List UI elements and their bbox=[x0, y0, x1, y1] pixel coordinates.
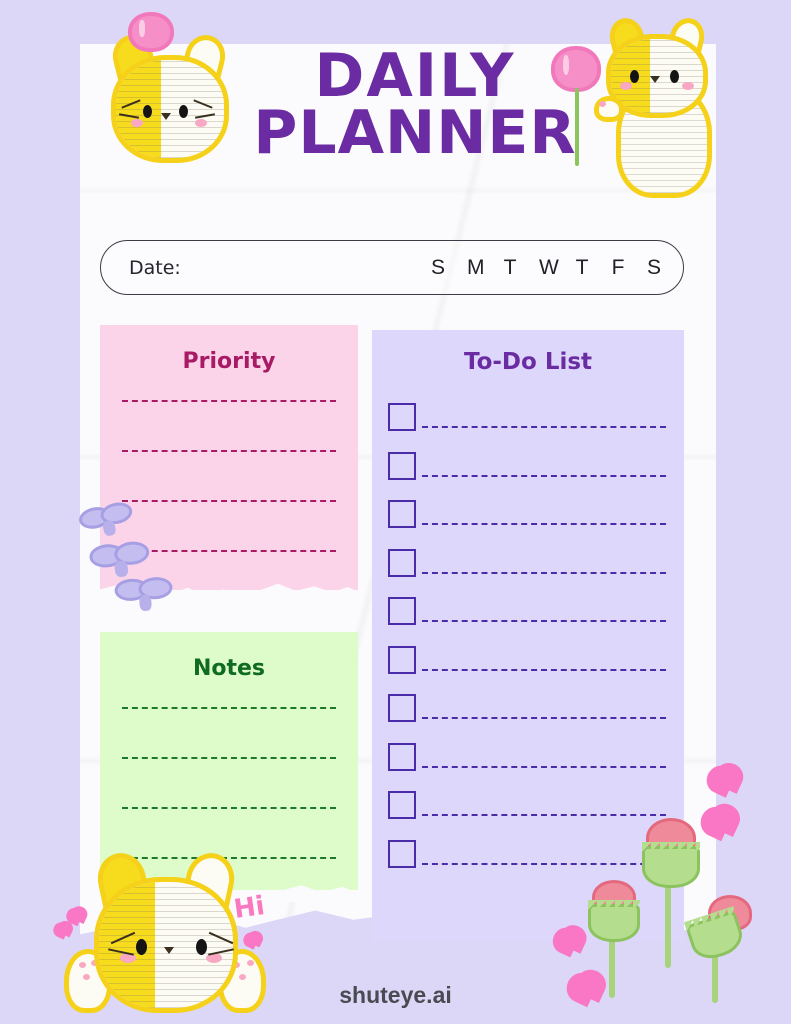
priority-line[interactable] bbox=[122, 500, 336, 502]
cat-paw-pad bbox=[239, 974, 246, 980]
cat-paw-icon bbox=[594, 96, 624, 122]
cat-paw-pad bbox=[599, 101, 606, 107]
todo-checkbox[interactable] bbox=[388, 694, 416, 723]
cat-eye-left-icon bbox=[630, 70, 639, 83]
notes-line[interactable] bbox=[122, 757, 336, 759]
cat-cheek-right-icon bbox=[195, 119, 207, 127]
cat-nose-icon bbox=[164, 947, 174, 954]
notes-line[interactable] bbox=[122, 707, 336, 709]
notes-lines[interactable] bbox=[100, 707, 358, 859]
cat-eye-right-icon bbox=[670, 70, 679, 83]
cat-top-right-decoration bbox=[594, 14, 743, 203]
todo-line[interactable] bbox=[422, 474, 666, 477]
flower-stem-icon bbox=[665, 874, 671, 968]
flower-bud-cup-icon bbox=[642, 842, 700, 888]
weekday-friday[interactable]: F bbox=[611, 256, 625, 280]
cat-eye-right-icon bbox=[179, 105, 188, 118]
cat-head-texture bbox=[116, 60, 224, 158]
priority-line[interactable] bbox=[122, 450, 336, 452]
cat-head-icon bbox=[111, 55, 229, 163]
todo-item[interactable] bbox=[388, 733, 666, 782]
priority-lines[interactable] bbox=[100, 400, 358, 552]
todo-line[interactable] bbox=[422, 862, 666, 865]
page-title-line-1: DAILY bbox=[314, 41, 516, 111]
cat-paw-pad bbox=[79, 962, 86, 968]
todo-line[interactable] bbox=[422, 814, 666, 817]
todo-item[interactable] bbox=[388, 587, 666, 636]
todo-item[interactable] bbox=[388, 781, 666, 830]
page-title-line-2: PLANNER bbox=[253, 98, 577, 168]
daily-planner-page: DAILY PLANNER Date: S M T W T F S Priori… bbox=[0, 0, 791, 1024]
weekday-selector[interactable]: S M T W T F S bbox=[431, 256, 661, 280]
weekday-tuesday[interactable]: T bbox=[503, 256, 517, 280]
weekday-thursday[interactable]: T bbox=[575, 256, 589, 280]
todo-title: To-Do List bbox=[463, 349, 593, 375]
todo-item[interactable] bbox=[388, 442, 666, 491]
todo-line[interactable] bbox=[422, 426, 666, 429]
todo-line[interactable] bbox=[422, 620, 666, 623]
todo-line[interactable] bbox=[422, 571, 666, 574]
todo-checkbox[interactable] bbox=[388, 645, 416, 674]
greeting-text: Hi bbox=[232, 891, 267, 925]
todo-checkbox[interactable] bbox=[388, 500, 416, 529]
notes-title: Notes bbox=[192, 656, 266, 681]
cat-cheek-right-icon bbox=[682, 82, 694, 90]
notes-panel[interactable]: Notes bbox=[100, 632, 358, 890]
todo-checkbox[interactable] bbox=[388, 742, 416, 771]
priority-line[interactable] bbox=[122, 550, 336, 552]
weekday-saturday[interactable]: S bbox=[647, 256, 661, 280]
cat-eye-left-icon bbox=[136, 939, 147, 955]
todo-item[interactable] bbox=[388, 490, 666, 539]
page-title: DAILY PLANNER bbox=[230, 41, 600, 168]
todo-checkbox[interactable] bbox=[388, 548, 416, 577]
todo-checkbox[interactable] bbox=[388, 791, 416, 820]
priority-line[interactable] bbox=[122, 400, 336, 402]
notes-line[interactable] bbox=[122, 807, 336, 809]
footer-brand: shuteye.ai bbox=[339, 982, 452, 1008]
todo-item[interactable] bbox=[388, 830, 666, 879]
cat-nose-icon bbox=[650, 76, 660, 83]
priority-title: Priority bbox=[182, 349, 276, 374]
cat-eye-left-icon bbox=[143, 105, 152, 118]
todo-checkbox[interactable] bbox=[388, 597, 416, 626]
butterfly-body-icon bbox=[114, 560, 129, 578]
cat-paw-pad bbox=[83, 974, 90, 980]
todo-checkbox[interactable] bbox=[388, 451, 416, 480]
cat-paw-pad bbox=[247, 960, 254, 966]
weekday-monday[interactable]: M bbox=[467, 256, 485, 280]
todo-line[interactable] bbox=[422, 765, 666, 768]
butterfly-body-icon bbox=[138, 594, 153, 612]
cat-top-left-decoration bbox=[105, 30, 240, 168]
todo-line[interactable] bbox=[422, 668, 666, 671]
cat-cheek-left-icon bbox=[131, 119, 143, 127]
date-label: Date: bbox=[129, 256, 181, 279]
todo-checkbox[interactable] bbox=[388, 403, 416, 432]
todo-rows[interactable] bbox=[372, 393, 684, 878]
todo-item[interactable] bbox=[388, 636, 666, 685]
cat-nose-icon bbox=[161, 113, 171, 120]
todo-item[interactable] bbox=[388, 393, 666, 442]
butterfly-decoration bbox=[88, 539, 151, 582]
weekday-wednesday[interactable]: W bbox=[539, 256, 559, 280]
flower-bud-decoration bbox=[685, 895, 752, 1003]
date-bar[interactable]: Date: S M T W T F S bbox=[100, 240, 684, 295]
todo-line[interactable] bbox=[422, 523, 666, 526]
flower-bud-cup-icon bbox=[588, 900, 640, 942]
butterfly-decoration bbox=[113, 576, 174, 616]
todo-line[interactable] bbox=[422, 717, 666, 720]
todo-item[interactable] bbox=[388, 684, 666, 733]
cat-cheek-left-icon bbox=[620, 82, 632, 90]
cat-eye-right-icon bbox=[196, 939, 207, 955]
weekday-sunday[interactable]: S bbox=[431, 256, 445, 280]
todo-item[interactable] bbox=[388, 539, 666, 588]
todo-checkbox[interactable] bbox=[388, 839, 416, 868]
